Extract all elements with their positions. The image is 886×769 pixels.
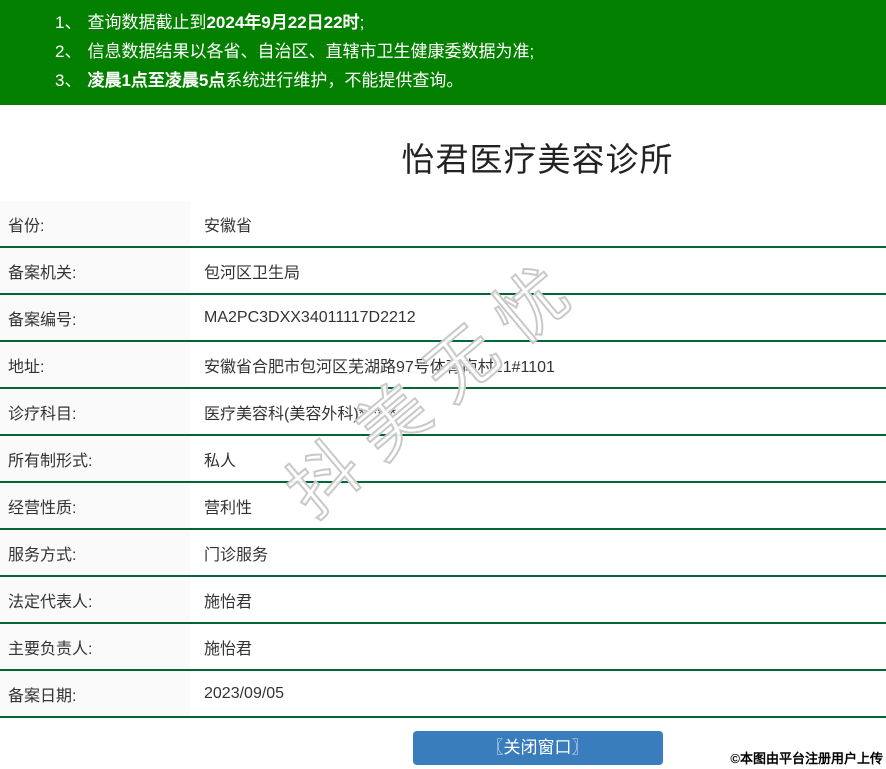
row-value: 施怡君 <box>204 640 253 658</box>
row-label: 省份: <box>0 201 190 246</box>
row-label: 备案机关: <box>0 248 190 293</box>
record-table: 省份: 安徽省 备案机关: 包河区卫生局 备案编号: MA2PC3DXX3401… <box>0 201 886 718</box>
notice-number: 2、 <box>55 42 82 61</box>
table-row: 备案编号: MA2PC3DXX34011117D2212 <box>0 295 886 342</box>
notice-text: 系统进行维护，不能提供查询。 <box>225 71 464 90</box>
notice-text: 信息数据结果以各省、自治区、直辖市卫生健康委数据为准; <box>87 42 535 61</box>
row-label: 诊疗科目: <box>0 389 190 434</box>
close-window-button[interactable]: 〖关闭窗口〗 <box>412 731 663 765</box>
row-label: 所有制形式: <box>0 436 190 481</box>
row-label: 地址: <box>0 342 190 387</box>
row-value: 私人 <box>204 452 237 470</box>
table-row: 服务方式: 门诊服务 <box>0 530 886 577</box>
row-label: 服务方式: <box>0 530 190 575</box>
copyright-note: ©本图由平台注册用户上传 <box>730 751 883 766</box>
table-row: 备案日期: 2023/09/05 <box>0 671 886 718</box>
notice-banner: 1、 查询数据截止到2024年9月22日22时; 2、 信息数据结果以各省、自治区、… <box>0 0 886 105</box>
row-value: 安徽省 <box>204 217 253 235</box>
notice-text: 查询数据截止到 <box>87 13 207 32</box>
table-row: 备案机关: 包河区卫生局 <box>0 248 886 295</box>
notice-text-bold: 2024年9月22日22时 <box>206 13 360 32</box>
row-value: 门诊服务 <box>204 546 269 564</box>
notice-text-bold: 凌晨1点至凌晨5点 <box>87 71 226 90</box>
row-value: 营利性 <box>204 499 253 517</box>
table-row: 经营性质: 营利性 <box>0 483 886 530</box>
table-row: 地址: 安徽省合肥市包河区芜湖路97号体育南村21#1101 <box>0 342 886 389</box>
row-label: 备案日期: <box>0 671 190 716</box>
notice-line-3: 3、 凌晨1点至凌晨5点系统进行维护，不能提供查询。 <box>55 66 886 95</box>
row-value: MA2PC3DXX34011117D2212 <box>204 308 416 326</box>
row-value: 医疗美容科(美容外科)****** <box>204 405 397 423</box>
table-row: 所有制形式: 私人 <box>0 436 886 483</box>
table-row: 法定代表人: 施怡君 <box>0 577 886 624</box>
row-label: 主要负责人: <box>0 624 190 669</box>
notice-line-2: 2、 信息数据结果以各省、自治区、直辖市卫生健康委数据为准; <box>55 37 886 66</box>
row-value: 2023/09/05 <box>204 684 285 702</box>
notice-line-1: 1、 查询数据截止到2024年9月22日22时; <box>55 8 886 37</box>
notice-number: 1、 <box>55 13 82 32</box>
row-label: 法定代表人: <box>0 577 190 622</box>
table-row: 诊疗科目: 医疗美容科(美容外科)****** <box>0 389 886 436</box>
row-label: 备案编号: <box>0 295 190 340</box>
page-container: 1、 查询数据截止到2024年9月22日22时; 2、 信息数据结果以各省、自治区、… <box>0 0 886 765</box>
page-title: 怡君医疗美容诊所 <box>401 141 674 178</box>
notice-text: ; <box>359 13 365 32</box>
table-row: 主要负责人: 施怡君 <box>0 624 886 671</box>
row-value: 包河区卫生局 <box>204 264 301 282</box>
row-label: 经营性质: <box>0 483 190 528</box>
row-value: 施怡君 <box>204 593 253 611</box>
table-row: 省份: 安徽省 <box>0 201 886 248</box>
row-value: 安徽省合肥市包河区芜湖路97号体育南村21#1101 <box>204 358 555 376</box>
notice-number: 3、 <box>55 71 82 90</box>
